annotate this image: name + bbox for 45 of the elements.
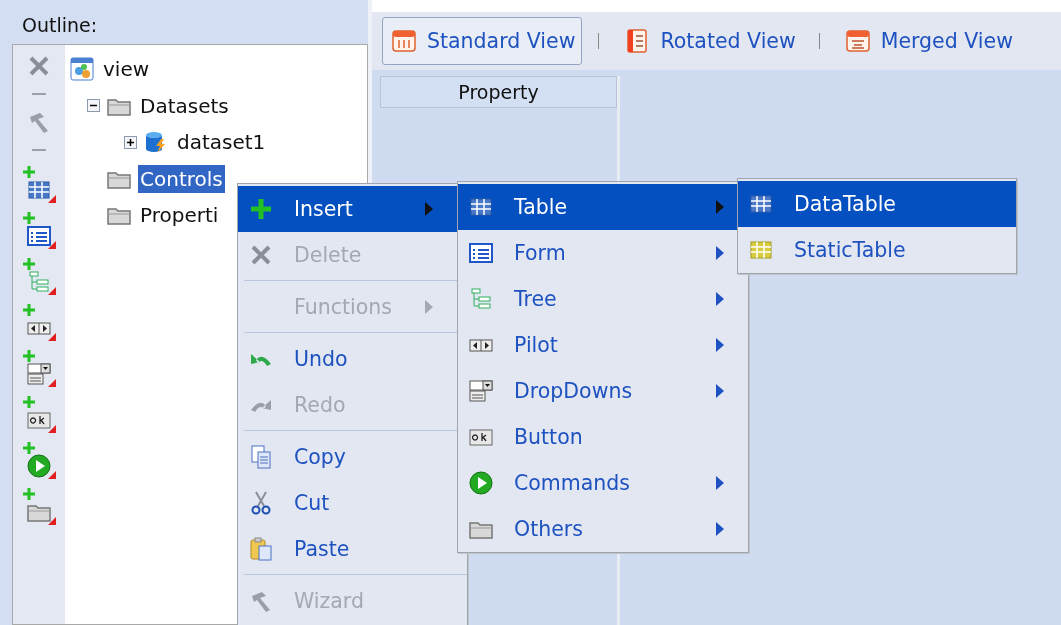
menu-item[interactable]: Others: [458, 506, 748, 552]
menu-item[interactable]: Cut: [238, 480, 457, 526]
menu-item[interactable]: Commands: [458, 460, 748, 506]
add-control-icon[interactable]: [22, 349, 56, 387]
add-control-icon[interactable]: [22, 303, 56, 341]
add-control-icon[interactable]: [22, 441, 56, 479]
menu-item[interactable]: Copy: [238, 434, 457, 480]
add-control-icon[interactable]: [22, 211, 56, 249]
menu-item[interactable]: Tree: [458, 276, 748, 322]
table-view-icon: [391, 28, 417, 54]
add-control-icon[interactable]: [22, 395, 56, 433]
view-tab[interactable]: Standard View: [382, 17, 583, 65]
menu-item[interactable]: Insert: [238, 186, 457, 232]
add-control-icon[interactable]: [22, 165, 56, 203]
view-tab[interactable]: Rotated View: [615, 17, 803, 65]
menu-item[interactable]: DropDowns: [458, 368, 748, 414]
toolbar-separator: [32, 149, 46, 151]
menu-item[interactable]: Undo: [238, 336, 457, 382]
panel-title: Outline:: [21, 14, 99, 38]
form-icon: [468, 240, 494, 266]
clipboard-icon: [248, 536, 274, 562]
play-icon: [468, 470, 494, 496]
view-tab[interactable]: Merged View: [835, 17, 1020, 65]
merged-view-icon: [844, 28, 871, 54]
menu-item[interactable]: DataTable: [738, 181, 1016, 227]
menu-item[interactable]: Pilot: [458, 322, 748, 368]
column-header[interactable]: Property: [380, 76, 617, 108]
outline-node[interactable]: Properti: [138, 201, 221, 230]
menu-item[interactable]: Button: [458, 414, 748, 460]
collapse-toggle-icon[interactable]: [87, 99, 100, 113]
dropdown-icon: [468, 378, 494, 404]
menu-item[interactable]: StaticTable: [738, 227, 1016, 273]
copy-icon: [248, 444, 274, 470]
add-control-icon[interactable]: [22, 257, 56, 295]
outline-node[interactable]: Datasets: [138, 91, 231, 120]
menu-item[interactable]: Paste: [238, 526, 457, 572]
outline-node[interactable]: view: [101, 55, 152, 84]
toolbar-separator: [32, 93, 46, 95]
outline-node[interactable]: Controls: [138, 164, 225, 193]
add-control-icon[interactable]: [22, 487, 56, 525]
plus-icon: [248, 196, 274, 222]
tree-icon: [468, 286, 494, 312]
expand-toggle-icon[interactable]: [124, 135, 137, 149]
outline-node[interactable]: dataset1: [175, 128, 268, 157]
view-icon: [69, 56, 95, 83]
